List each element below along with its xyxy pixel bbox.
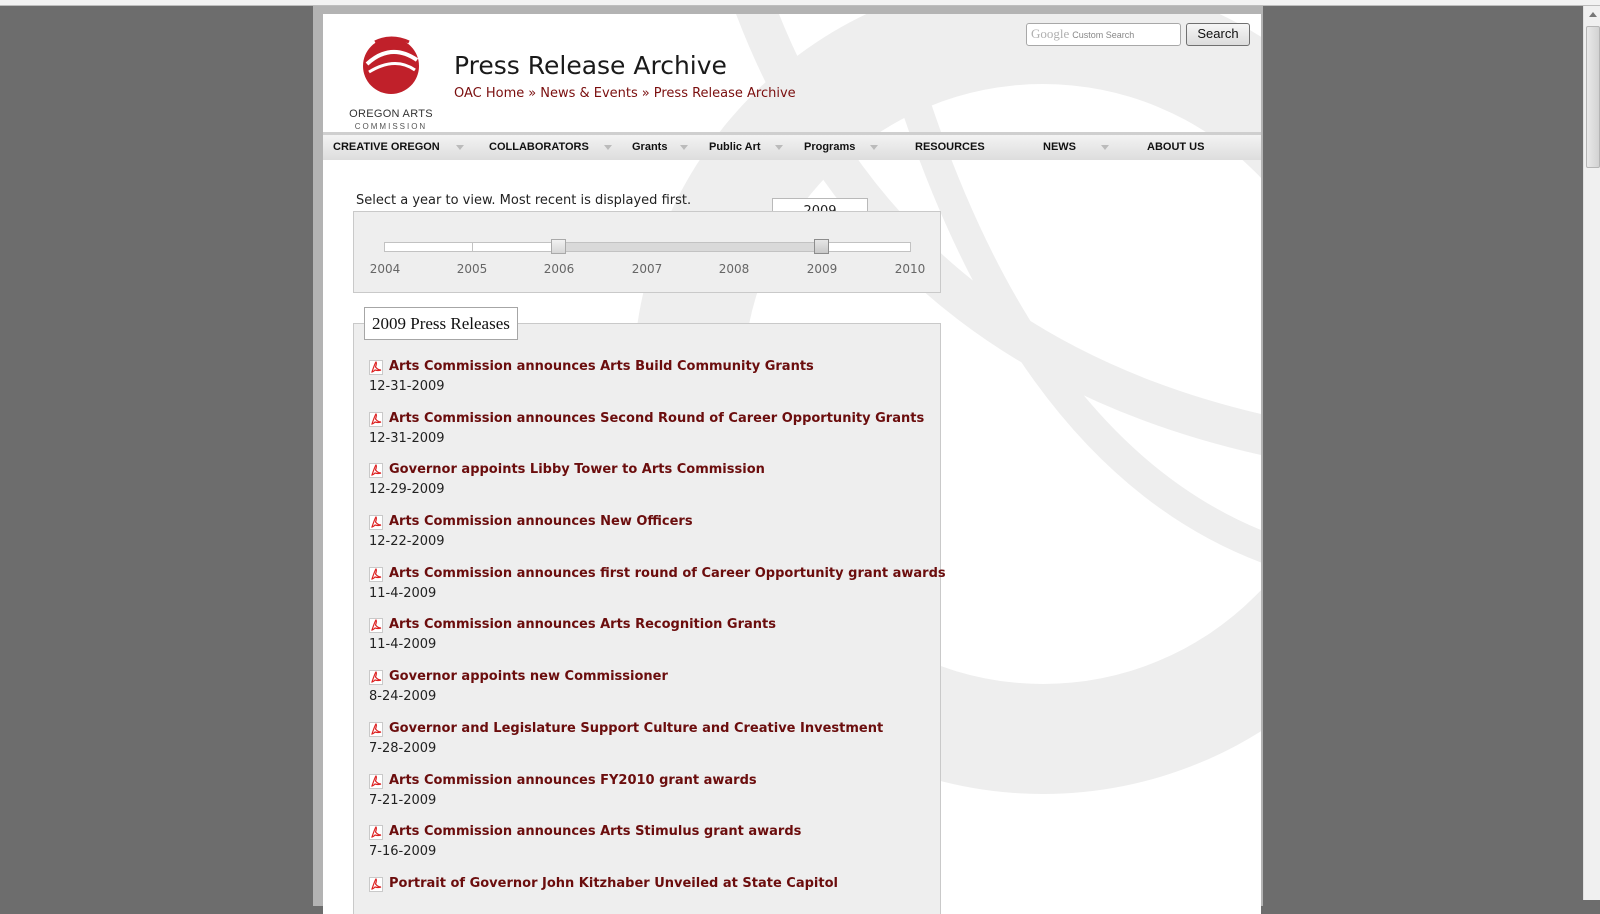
year-label[interactable]: 2007 xyxy=(627,262,667,276)
scrollbar-thumb[interactable] xyxy=(1586,26,1600,168)
year-label[interactable]: 2010 xyxy=(890,262,930,276)
pdf-icon[interactable] xyxy=(369,463,383,479)
press-release-link[interactable]: Arts Commission announces Arts Recogniti… xyxy=(389,617,776,632)
press-release-link[interactable]: Governor appoints new Commissioner xyxy=(389,669,668,684)
pdf-icon[interactable] xyxy=(369,566,383,582)
year-slider-start-handle[interactable] xyxy=(551,239,566,254)
pdf-icon[interactable] xyxy=(369,876,383,892)
year-select-instructions: Select a year to view. Most recent is di… xyxy=(356,193,692,208)
press-release-date: 11-4-2009 xyxy=(369,585,437,601)
press-releases-heading: 2009 Press Releases xyxy=(364,307,518,340)
press-release-link[interactable]: Arts Commission announces Second Round o… xyxy=(389,411,924,426)
search-button[interactable]: Search xyxy=(1186,23,1250,46)
year-slider-selected-handle[interactable] xyxy=(814,239,829,254)
main-navigation: CREATIVE OREGON COLLABORATORS Grants Pub… xyxy=(323,132,1261,160)
press-release-date: 12-31-2009 xyxy=(369,379,445,394)
press-release-link[interactable]: Portrait of Governor John Kitzhaber Unve… xyxy=(389,876,838,891)
pdf-icon[interactable] xyxy=(369,825,383,841)
vertical-scrollbar[interactable] xyxy=(1583,6,1600,900)
page-title: Press Release Archive xyxy=(454,51,727,80)
page-container: OREGON ARTS COMMISSION Press Release Arc… xyxy=(323,14,1261,914)
pdf-icon[interactable] xyxy=(369,773,383,789)
pdf-icon[interactable] xyxy=(369,721,383,737)
nav-item-about-us[interactable]: ABOUT US xyxy=(1147,141,1204,153)
nav-item-collaborators[interactable]: COLLABORATORS xyxy=(489,141,589,153)
press-release-date: 7-28-2009 xyxy=(369,740,437,756)
chevron-down-icon xyxy=(870,145,878,150)
breadcrumb-separator: » xyxy=(528,86,537,101)
press-release-list: Arts Commission announces Arts Build Com… xyxy=(369,358,946,914)
press-release-link[interactable]: Governor appoints Libby Tower to Arts Co… xyxy=(389,462,765,477)
press-release-item: Arts Commission announces FY2010 grant a… xyxy=(369,772,939,824)
pdf-icon[interactable] xyxy=(369,360,383,375)
breadcrumb-home[interactable]: OAC Home xyxy=(454,86,524,101)
press-release-date: 8-24-2009 xyxy=(369,689,437,705)
scroll-up-arrow-icon[interactable] xyxy=(1589,12,1597,17)
press-release-item: Arts Commission announces Arts Recogniti… xyxy=(369,616,939,668)
press-release-date: 12-31-2009 xyxy=(369,430,445,446)
pdf-icon[interactable] xyxy=(369,670,383,686)
breadcrumb: OAC Home » News & Events» Press Release Arc… xyxy=(454,86,796,101)
year-label[interactable]: 2009 xyxy=(802,262,842,276)
search-input[interactable]: Google Custom Search xyxy=(1026,23,1181,46)
pdf-icon[interactable] xyxy=(369,515,383,531)
press-release-link[interactable]: Arts Commission announces first round of… xyxy=(389,566,946,581)
breadcrumb-current[interactable]: Press Release Archive xyxy=(654,86,796,101)
nav-item-grants[interactable]: Grants xyxy=(632,141,667,153)
year-label[interactable]: 2006 xyxy=(539,262,579,276)
chevron-down-icon xyxy=(1101,145,1109,150)
logo-subname: COMMISSION xyxy=(354,122,428,131)
press-release-item: Arts Commission announces Arts Stimulus … xyxy=(369,823,939,875)
press-release-date: 12-29-2009 xyxy=(369,482,445,498)
pdf-icon[interactable] xyxy=(369,411,383,427)
pdf-icon[interactable] xyxy=(369,618,383,634)
year-label[interactable]: 2004 xyxy=(365,262,405,276)
nav-item-creative-oregon[interactable]: CREATIVE OREGON xyxy=(333,141,440,153)
breadcrumb-separator: » xyxy=(641,86,650,101)
nav-item-news[interactable]: NEWS xyxy=(1043,141,1076,153)
press-release-date: 7-21-2009 xyxy=(369,792,437,808)
press-release-link[interactable]: Arts Commission announces Arts Stimulus … xyxy=(389,824,801,839)
oac-logo-icon xyxy=(363,36,419,94)
press-release-item: Portrait of Governor John Kitzhaber Unve… xyxy=(369,875,939,914)
year-slider-range xyxy=(560,243,823,251)
press-release-item: Arts Commission announces Second Round o… xyxy=(369,410,939,462)
year-slider-panel: 2004 2005 2006 2007 2008 2009 2010 xyxy=(353,211,941,293)
slider-tick xyxy=(472,243,473,251)
chevron-down-icon xyxy=(680,145,688,150)
press-release-date: 11-4-2009 xyxy=(369,637,437,653)
press-release-link[interactable]: Arts Commission announces New Officers xyxy=(389,514,693,529)
breadcrumb-news-events[interactable]: News & Events xyxy=(540,86,638,101)
nav-item-resources[interactable]: RESOURCES xyxy=(915,141,985,153)
press-release-link[interactable]: Arts Commission announces FY2010 grant a… xyxy=(389,773,757,788)
press-release-link[interactable]: Governor and Legislature Support Culture… xyxy=(389,721,883,736)
press-release-date: 12-22-2009 xyxy=(369,534,445,550)
press-release-item: Governor appoints new Commissioner 8-24-2… xyxy=(369,668,939,720)
press-release-item: Governor appoints Libby Tower to Arts Co… xyxy=(369,461,939,513)
chevron-down-icon xyxy=(604,145,612,150)
press-release-date: 7-16-2009 xyxy=(369,844,437,860)
oac-logo[interactable]: OREGON ARTS COMMISSION xyxy=(345,30,437,134)
press-release-item: Arts Commission announces first round of… xyxy=(369,565,946,617)
year-slider-track[interactable] xyxy=(384,242,911,252)
nav-item-public-art[interactable]: Public Art xyxy=(709,141,761,153)
press-release-item: Arts Commission announces Arts Build Com… xyxy=(369,358,939,410)
chevron-down-icon xyxy=(456,145,464,150)
year-label[interactable]: 2008 xyxy=(714,262,754,276)
google-brand-text: Google xyxy=(1031,26,1070,41)
press-release-link[interactable]: Arts Commission announces Arts Build Com… xyxy=(389,359,814,374)
press-release-item: Governor and Legislature Support Culture… xyxy=(369,720,939,772)
logo-name: OREGON ARTS xyxy=(349,108,433,120)
site-header: OREGON ARTS COMMISSION Press Release Arc… xyxy=(323,14,1261,134)
press-release-item: Arts Commission announces New Officers 12… xyxy=(369,513,939,565)
year-label[interactable]: 2005 xyxy=(452,262,492,276)
chevron-down-icon xyxy=(775,145,783,150)
nav-item-programs[interactable]: Programs xyxy=(804,141,855,153)
search-placeholder: Custom Search xyxy=(1072,30,1135,40)
